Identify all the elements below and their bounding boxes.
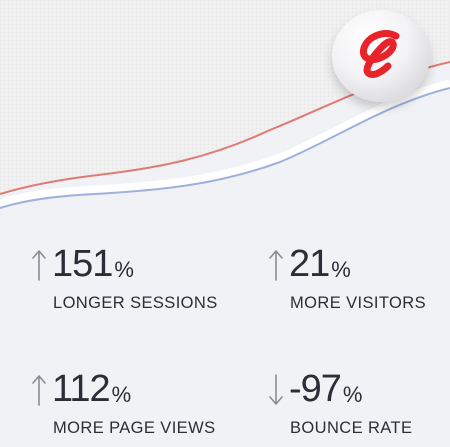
stat-label: MORE VISITORS [290,294,426,312]
stat-label: BOUNCE RATE [290,419,413,437]
stat-value: -97 [289,368,342,410]
airtel-swirl-icon [359,30,400,78]
stat-value: 21 [289,243,330,285]
stat-more-visitors: 21 % MORE VISITORS [267,240,426,313]
stat-longer-sessions: 151 % LONGER SESSIONS [30,240,218,313]
arrow-down-icon [269,374,283,405]
hero-background [0,0,450,240]
stat-value: 112 [52,368,111,410]
stat-label: MORE PAGE VIEWS [53,419,216,437]
stat-unit: % [114,257,134,282]
logo-ball [332,10,430,102]
arrow-up-icon [32,375,46,406]
stat-unit: % [342,382,363,407]
stat-bounce-rate: -97 % BOUNCE RATE [267,365,412,438]
stat-value: 151 [52,243,113,285]
stat-more-page-views: 112 % MORE PAGE VIEWS [30,365,215,438]
stat-label: LONGER SESSIONS [53,294,218,312]
stat-unit: % [111,382,132,407]
stat-unit: % [331,257,351,282]
arrow-up-icon [269,250,283,281]
arrow-up-icon [32,250,46,281]
